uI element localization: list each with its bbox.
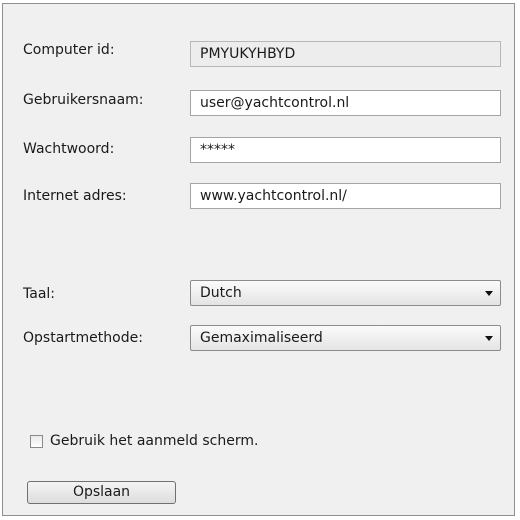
chevron-down-icon (485, 336, 493, 341)
internet-address-label: Internet adres: (23, 188, 127, 204)
startup-method-selected-value: Gemaximaliseerd (200, 330, 323, 346)
internet-address-field[interactable] (190, 183, 501, 209)
login-screen-option[interactable]: Gebruik het aanmeld scherm. (30, 432, 258, 450)
chevron-down-icon (485, 291, 493, 296)
startup-method-select[interactable]: Gemaximaliseerd (190, 325, 501, 351)
computer-id-field (190, 41, 501, 67)
language-selected-value: Dutch (200, 285, 242, 301)
login-screen-checkbox[interactable] (30, 434, 43, 448)
language-label: Taal: (23, 286, 55, 302)
username-label: Gebruikersnaam: (23, 92, 144, 108)
login-screen-checkbox-label: Gebruik het aanmeld scherm. (50, 433, 259, 449)
save-button[interactable]: Opslaan (27, 481, 176, 504)
language-select[interactable]: Dutch (190, 280, 501, 306)
username-field[interactable] (190, 90, 501, 116)
password-label: Wachtwoord: (23, 141, 115, 157)
settings-panel: Computer id: Gebruikersnaam: Wachtwoord:… (2, 3, 515, 516)
password-field[interactable] (190, 137, 501, 163)
startup-method-label: Opstartmethode: (23, 330, 143, 346)
computer-id-label: Computer id: (23, 42, 115, 58)
